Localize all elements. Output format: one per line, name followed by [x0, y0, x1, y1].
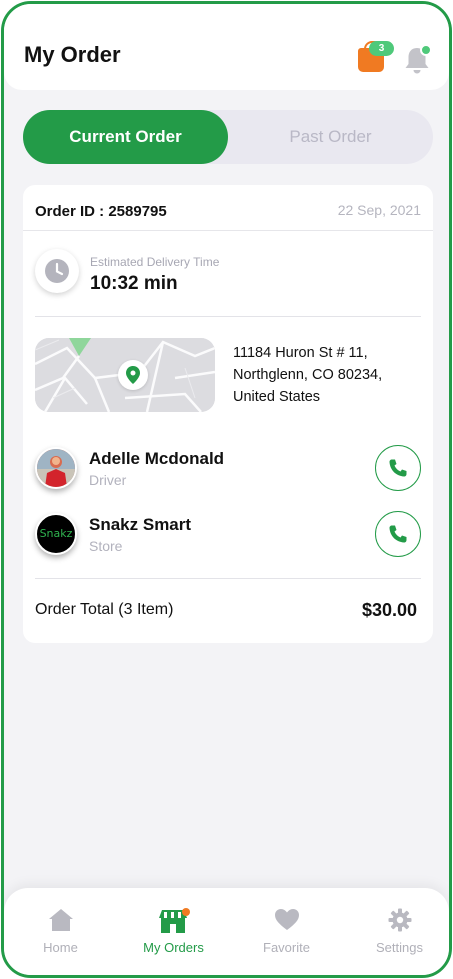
call-driver-button[interactable]: [375, 445, 421, 491]
tab-current-order[interactable]: Current Order: [23, 110, 228, 164]
order-tabs: Current Order Past Order: [23, 110, 433, 164]
cart-count-badge: 3: [369, 41, 394, 56]
address-line: 11184 Huron St # 11,: [233, 345, 368, 361]
bottom-navigation: Home My Orders Favorite Settings: [4, 888, 449, 975]
location-pin-icon: [126, 366, 140, 384]
home-icon: [48, 909, 73, 931]
location-pin-badge: [118, 360, 148, 390]
order-total-label: Order Total (3 Item): [35, 601, 174, 618]
nav-settings[interactable]: Settings: [343, 888, 449, 975]
nav-label: Home: [43, 940, 78, 955]
store-icon: [158, 908, 190, 933]
nav-home[interactable]: Home: [4, 888, 117, 975]
clock-icon: [45, 259, 69, 283]
store-row: Snakz Snakz Smart Store: [35, 511, 421, 563]
store-role: Store: [89, 538, 123, 554]
phone-icon: [389, 525, 407, 543]
address-line: United States: [233, 389, 321, 405]
page-title: My Order: [24, 42, 121, 67]
heart-icon: [274, 909, 299, 930]
divider: [35, 316, 421, 317]
divider: [35, 578, 421, 579]
order-date: 22 Sep, 2021: [337, 202, 421, 218]
order-card: Order ID : 2589795 22 Sep, 2021 Estimate…: [23, 185, 433, 643]
clock-badge: [35, 249, 79, 293]
driver-row: Adelle Mcdonald Driver: [35, 445, 421, 497]
divider: [23, 230, 433, 231]
driver-name: Adelle Mcdonald: [89, 449, 225, 468]
phone-icon: [389, 459, 407, 477]
nav-label: Settings: [376, 940, 423, 955]
driver-avatar: [35, 447, 77, 489]
estimated-delivery-time: 10:32 min: [90, 273, 178, 294]
gear-icon: [388, 908, 411, 932]
tab-past-order[interactable]: Past Order: [228, 110, 433, 164]
delivery-address: 11184 Huron St # 11, Northglenn, CO 8023…: [233, 342, 423, 408]
nav-favorite[interactable]: Favorite: [230, 888, 343, 975]
estimated-delivery-label: Estimated Delivery Time: [90, 255, 220, 269]
nav-my-orders[interactable]: My Orders: [117, 888, 230, 975]
call-store-button[interactable]: [375, 511, 421, 557]
store-logo: Snakz: [35, 513, 77, 555]
driver-role: Driver: [89, 472, 127, 488]
nav-label: Favorite: [263, 940, 310, 955]
order-total-value: $30.00: [361, 600, 417, 620]
order-id: Order ID : 2589795: [35, 203, 167, 220]
map-thumbnail[interactable]: [35, 338, 215, 412]
app-header: My Order 3: [4, 4, 449, 90]
nav-label: My Orders: [143, 940, 204, 955]
notification-dot: [420, 44, 432, 56]
store-name: Snakz Smart: [89, 515, 192, 534]
address-line: Northglenn, CO 80234,: [233, 367, 383, 383]
phone-frame: My Order 3 Current Order Past Order Orde…: [1, 1, 452, 978]
driver-photo: [37, 449, 75, 487]
